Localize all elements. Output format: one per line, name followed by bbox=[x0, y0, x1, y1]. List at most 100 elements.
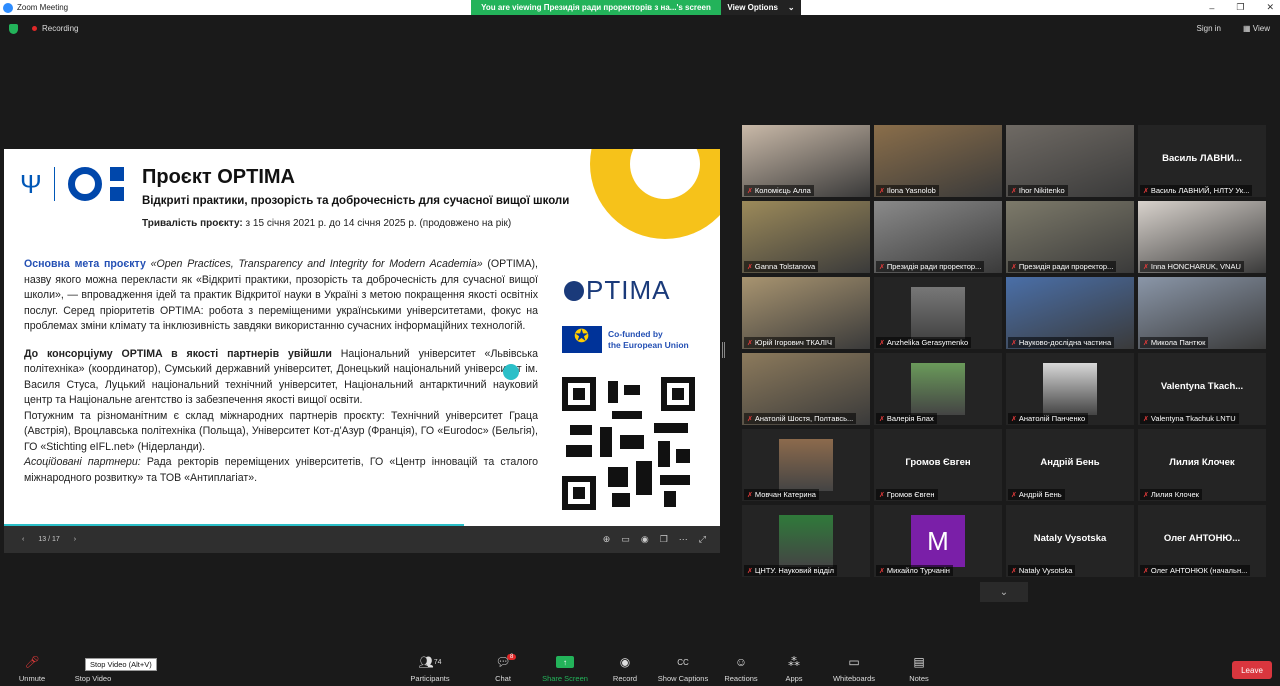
mic-muted-icon: ✗ bbox=[1143, 187, 1149, 195]
assoc-label: Асоційовані партнери: bbox=[24, 456, 141, 468]
view-button[interactable]: ▦ View bbox=[1243, 24, 1270, 33]
recording-label[interactable]: Recording bbox=[42, 24, 78, 33]
next-slide-icon[interactable]: › bbox=[74, 536, 76, 543]
participant-name: Anzhelika Gerasymenko bbox=[886, 338, 969, 347]
mic-muted-icon: ✗ bbox=[879, 415, 885, 423]
participant-tile[interactable]: ✗ Ihor Nikitenko bbox=[1006, 125, 1134, 197]
participant-tile[interactable]: ✗ Inna HONCHARUK, VNAU bbox=[1138, 201, 1266, 273]
participant-tile[interactable]: M ✗ Михайло Турчанін bbox=[874, 505, 1002, 577]
participant-name: Мовчан Катерина bbox=[754, 490, 816, 499]
participant-tile[interactable]: ✗ Науково-дослідна частина bbox=[1006, 277, 1134, 349]
slide-subtitle: Відкриті практики, прозорість та доброче… bbox=[142, 195, 570, 207]
share-screen-button[interactable]: ↑ Share Screen bbox=[533, 654, 597, 683]
cc-icon: CC bbox=[677, 657, 689, 667]
participant-name: Nataly Vysotska bbox=[1018, 566, 1073, 575]
more-icon[interactable]: ⋯ bbox=[679, 534, 688, 545]
participant-tile[interactable]: ✗ Коломієць Алла bbox=[742, 125, 870, 197]
participant-name: Президія ради проректор... bbox=[886, 262, 982, 271]
leave-button[interactable]: Leave bbox=[1232, 661, 1272, 679]
goal-paragraph: Основна мета проєкту «Open Practices, Tr… bbox=[24, 257, 538, 335]
apps-button[interactable]: ⁂ Apps bbox=[762, 654, 826, 683]
eu-cofunded-logo: ✪ Co-funded by the European Union bbox=[562, 326, 689, 353]
participant-tile[interactable]: ✗ Anzhelika Gerasymenko bbox=[874, 277, 1002, 349]
slide-duration: Тривалість проєкту: з 15 січня 2021 р. д… bbox=[142, 218, 511, 229]
view-label: View bbox=[1252, 24, 1270, 33]
participant-tile[interactable]: ✗ Юрій Ігорович ТКАЛІЧ bbox=[742, 277, 870, 349]
participant-tile[interactable]: ✗ ЦНТУ. Науковий відділ bbox=[742, 505, 870, 577]
apps-label: Apps bbox=[785, 674, 803, 683]
shield-icon[interactable] bbox=[9, 23, 18, 34]
close-icon[interactable]: ✕ bbox=[1266, 2, 1274, 13]
intl-paragraph: Потужним та різноманітним є склад міжнар… bbox=[24, 409, 538, 453]
record-button[interactable]: ◉ Record bbox=[593, 654, 657, 683]
restore-icon[interactable]: ❐ bbox=[1236, 2, 1244, 13]
gallery-expand-button[interactable]: ⌄ bbox=[980, 582, 1028, 602]
copy-icon[interactable]: ❐ bbox=[660, 534, 668, 545]
participant-tile[interactable]: Олег АНТОНЮ... ✗ Олег АНТОНЮК (начальн... bbox=[1138, 505, 1266, 577]
whiteboard-icon: ▭ bbox=[848, 655, 860, 669]
view-options-button[interactable]: View Options ⌄ bbox=[721, 0, 801, 15]
chevron-down-icon: ⌄ bbox=[787, 3, 795, 12]
mic-muted-icon: ✗ bbox=[747, 567, 753, 575]
participant-name-label: ✗ Президія ради проректор... bbox=[1008, 261, 1117, 272]
chat-button[interactable]: 💬︎ 8 Chat bbox=[471, 654, 535, 683]
participant-tile[interactable]: ✗ Анатолій Шостя, Полтавсь... bbox=[742, 353, 870, 425]
audio-icon[interactable]: ◉ bbox=[641, 534, 649, 545]
fullscreen-icon[interactable]: ⤢ bbox=[699, 534, 706, 545]
splitter-handle[interactable] bbox=[722, 342, 725, 358]
participants-icon: 👥︎ 74 bbox=[418, 655, 442, 669]
whiteboards-label: Whiteboards bbox=[832, 674, 876, 683]
avatar bbox=[779, 439, 833, 491]
eu-flag-icon: ✪ bbox=[562, 326, 602, 353]
participant-tile[interactable]: Nataly Vysotska ✗ Nataly Vysotska bbox=[1006, 505, 1134, 577]
participant-tile[interactable]: Valentyna Tkach... ✗ Valentyna Tkachuk LNT… bbox=[1138, 353, 1266, 425]
shared-screen[interactable]: Ψ Проєкт OPTIMA Відкриті практики, прозо… bbox=[4, 149, 720, 553]
minimize-icon[interactable]: – bbox=[1209, 3, 1214, 13]
participant-tile[interactable]: Громов Євген ✗ Громов Євген bbox=[874, 429, 1002, 501]
prev-slide-icon[interactable]: ‹ bbox=[22, 536, 24, 543]
participant-name: Анатолій Шостя, Полтавсь... bbox=[754, 414, 854, 423]
whiteboards-button[interactable]: ▭ Whiteboards bbox=[822, 654, 886, 683]
sign-in-link[interactable]: Sign in bbox=[1197, 24, 1221, 33]
record-label: Record bbox=[612, 674, 638, 683]
optima-logo: PTIMA bbox=[564, 275, 670, 306]
participant-name: Науково-дослідна частина bbox=[1018, 338, 1112, 347]
participant-tile[interactable]: ✗ Анатолій Панченко bbox=[1006, 353, 1134, 425]
logo-divider bbox=[54, 167, 55, 201]
participant-name-label: ✗ Inna HONCHARUK, VNAU bbox=[1140, 261, 1244, 272]
chat-label: Chat bbox=[495, 674, 511, 683]
participant-name-label: ✗ Микола Пантюк bbox=[1140, 337, 1209, 348]
mic-muted-icon: 🎤︎ bbox=[24, 655, 40, 669]
participant-tile[interactable]: ✗ Президія ради проректор... bbox=[1006, 201, 1134, 273]
participant-tile[interactable]: ✗ Президія ради проректор... bbox=[874, 201, 1002, 273]
mic-muted-icon: ✗ bbox=[1143, 491, 1149, 499]
captions-label: Show Captions bbox=[657, 674, 709, 683]
participant-name-label: ✗ Мовчан Катерина bbox=[744, 489, 819, 500]
participant-tile[interactable]: ✗ Микола Пантюк bbox=[1138, 277, 1266, 349]
mic-muted-icon: ✗ bbox=[879, 339, 885, 347]
participant-tile[interactable]: ✗ Ilona Yasnolob bbox=[874, 125, 1002, 197]
participant-tile[interactable]: ✗ Мовчан Катерина bbox=[742, 429, 870, 501]
subtitles-icon[interactable]: ▭ bbox=[621, 534, 630, 545]
page-indicator: 13 / 17 bbox=[38, 536, 60, 543]
participant-tile[interactable]: Андрій Бень ✗ Андрій Бень bbox=[1006, 429, 1134, 501]
mic-muted-icon: ✗ bbox=[879, 567, 885, 575]
consortium-paragraph: До консорціуму OPTIMA в якості партнерів… bbox=[24, 347, 538, 409]
unmute-button[interactable]: 🎤︎ Unmute bbox=[0, 654, 64, 683]
participant-tile[interactable]: ✗ Ganna Tolstanova bbox=[742, 201, 870, 273]
window-controls: – ❐ ✕ bbox=[1209, 0, 1274, 15]
participant-name-label: ✗ Лилия Клочек bbox=[1140, 489, 1202, 500]
participant-name: Василь ЛАВНИЙ, НЛТУ Ук... bbox=[1150, 186, 1250, 195]
captions-button[interactable]: CC Show Captions bbox=[651, 654, 715, 684]
participant-tile[interactable]: Василь ЛАВНИ... ✗ Василь ЛАВНИЙ, НЛТУ Ук..… bbox=[1138, 125, 1266, 197]
participant-tile[interactable]: ✗ Валерія Блах bbox=[874, 353, 1002, 425]
notes-button[interactable]: ▤ Notes bbox=[887, 654, 951, 683]
zoom-icon[interactable]: ⊕ bbox=[603, 534, 611, 545]
participants-button[interactable]: 👥︎ 74 Participants bbox=[398, 654, 462, 683]
slide-title: Проєкт OPTIMA bbox=[142, 166, 295, 188]
participant-tile[interactable]: Лилия Клочек ✗ Лилия Клочек bbox=[1138, 429, 1266, 501]
window-title: Zoom Meeting bbox=[17, 3, 69, 12]
mic-muted-icon: ✗ bbox=[879, 491, 885, 499]
participant-name-label: ✗ Анатолій Шостя, Полтавсь... bbox=[744, 413, 857, 424]
participant-name: Ihor Nikitenko bbox=[1018, 186, 1065, 195]
